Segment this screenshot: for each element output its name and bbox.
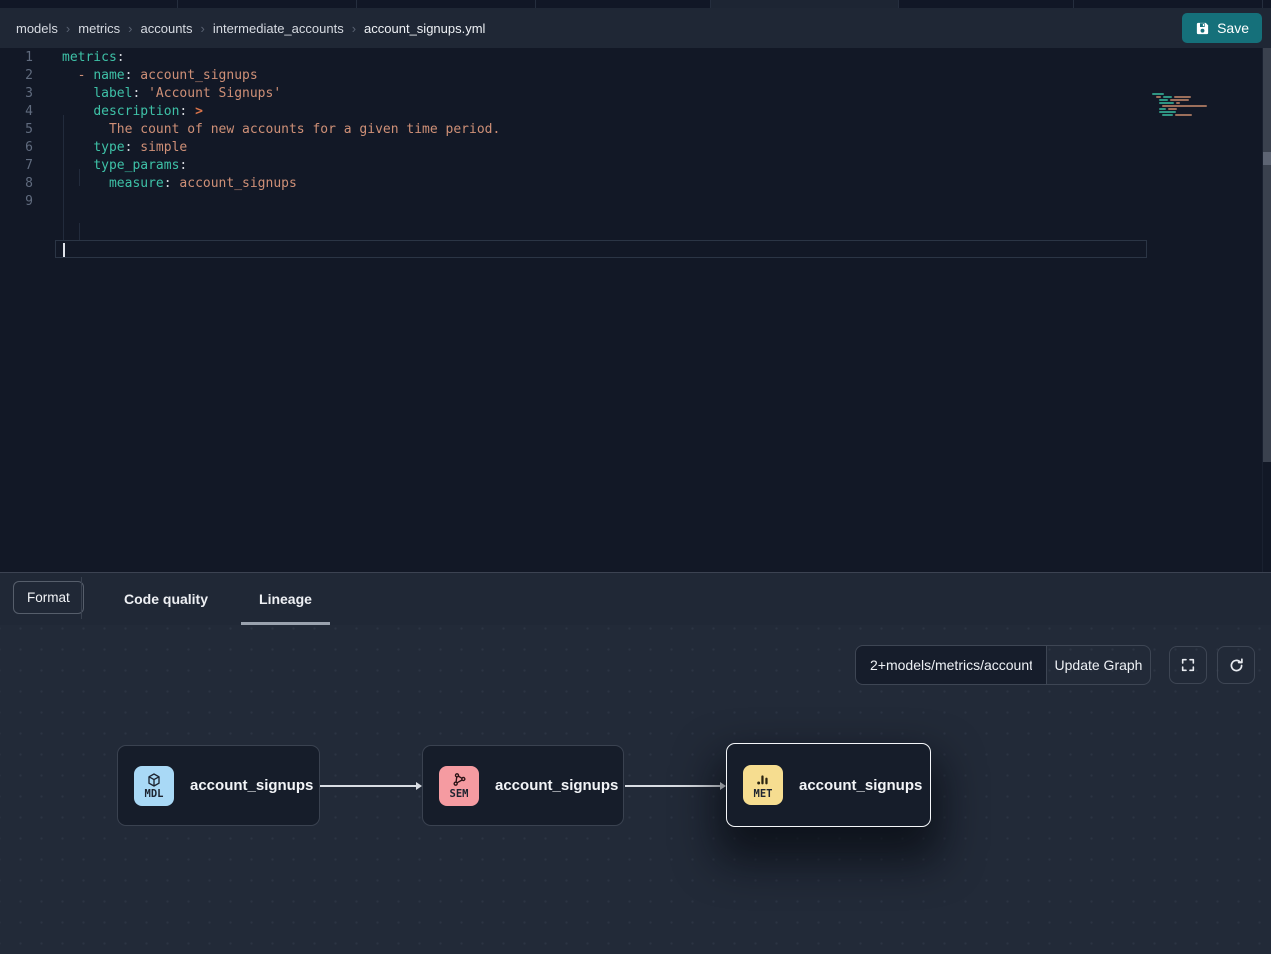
fullscreen-button[interactable] xyxy=(1169,646,1207,684)
code-editor[interactable]: 1 metrics: 2 - name: account_signups 3 l… xyxy=(0,48,1271,572)
update-graph-button[interactable]: Update Graph xyxy=(1046,645,1151,685)
line-number: 5 xyxy=(0,121,33,139)
panel-tab-bar: Format Code quality Lineage xyxy=(0,573,1271,625)
file-tab-strip xyxy=(0,0,1271,8)
model-badge: MDL xyxy=(134,766,174,806)
cube-icon xyxy=(146,772,162,788)
breadcrumb-item[interactable]: metrics xyxy=(78,21,120,36)
line-number: 1 xyxy=(0,49,33,67)
line-number: 4 xyxy=(0,103,33,121)
badge-label: MDL xyxy=(145,789,164,799)
network-triangle-icon xyxy=(451,772,467,788)
semantic-model-badge: SEM xyxy=(439,766,479,806)
breadcrumb-bar: models › metrics › accounts › intermedia… xyxy=(0,8,1271,48)
file-tab[interactable] xyxy=(0,0,178,8)
line-number: 7 xyxy=(0,157,33,175)
node-label: account_signups xyxy=(799,777,922,794)
code-line[interactable]: 8 measure: account_signups xyxy=(0,175,1147,193)
chevron-right-icon: › xyxy=(201,21,205,36)
line-number: 6 xyxy=(0,139,33,157)
tab-code-quality[interactable]: Code quality xyxy=(115,573,217,625)
code-line[interactable]: 4 description: > xyxy=(0,103,1147,121)
line-number: 2 xyxy=(0,67,33,85)
breadcrumb-item-current-file[interactable]: account_signups.yml xyxy=(364,21,485,36)
lineage-node-semantic-model[interactable]: SEM account_signups xyxy=(422,745,624,826)
file-tab[interactable] xyxy=(536,0,711,8)
line-number: 9 xyxy=(0,193,33,211)
file-tab-active[interactable] xyxy=(711,0,899,8)
lineage-node-model[interactable]: MDL account_signups xyxy=(117,745,320,826)
chevron-right-icon: › xyxy=(128,21,132,36)
text-cursor xyxy=(63,243,65,257)
line-number: 8 xyxy=(0,175,33,193)
save-button[interactable]: Save xyxy=(1182,13,1262,43)
bar-chart-icon xyxy=(755,772,771,788)
chevron-right-icon: › xyxy=(352,21,356,36)
metric-badge: MET xyxy=(743,765,783,805)
refresh-icon xyxy=(1228,657,1245,674)
lineage-node-metric-selected[interactable]: MET account_signups xyxy=(726,743,931,827)
code-line[interactable]: 7 type_params: xyxy=(0,157,1147,175)
file-tab[interactable] xyxy=(899,0,1074,8)
file-tab[interactable] xyxy=(1074,0,1263,8)
lineage-selector-input[interactable] xyxy=(855,645,1047,685)
scrollbar-thumb[interactable] xyxy=(1263,152,1271,165)
lineage-canvas[interactable]: Update Graph xyxy=(0,625,1271,954)
scrollbar-track[interactable] xyxy=(1263,48,1271,462)
lineage-edge xyxy=(320,785,418,787)
divider xyxy=(81,577,82,619)
file-tab xyxy=(1263,0,1271,8)
bottom-panel: Format Code quality Lineage Update Graph xyxy=(0,573,1271,954)
lineage-selector-group: Update Graph xyxy=(855,645,1151,685)
breadcrumb-item[interactable]: intermediate_accounts xyxy=(213,21,344,36)
save-button-label: Save xyxy=(1217,20,1249,36)
file-tab[interactable] xyxy=(178,0,357,8)
badge-label: SEM xyxy=(450,789,469,799)
indent-guide xyxy=(79,223,80,240)
tab-lineage[interactable]: Lineage xyxy=(250,573,321,625)
save-icon xyxy=(1195,21,1210,36)
breadcrumb: models › metrics › accounts › intermedia… xyxy=(16,21,485,36)
line-number: 3 xyxy=(0,85,33,103)
editor-lines: 1 metrics: 2 - name: account_signups 3 l… xyxy=(0,49,1147,211)
breadcrumb-item[interactable]: models xyxy=(16,21,58,36)
active-line-highlight xyxy=(55,240,1147,258)
refresh-button[interactable] xyxy=(1217,646,1255,684)
file-tab[interactable] xyxy=(357,0,536,8)
code-line[interactable]: 1 metrics: xyxy=(0,49,1147,67)
code-line[interactable]: 2 - name: account_signups xyxy=(0,67,1147,85)
code-line[interactable]: 6 type: simple xyxy=(0,139,1147,157)
ide-window: models › metrics › accounts › intermedia… xyxy=(0,0,1271,954)
format-button[interactable]: Format xyxy=(13,581,84,614)
code-line[interactable]: 5 The count of new accounts for a given … xyxy=(0,121,1147,139)
code-line[interactable]: 9 xyxy=(0,193,1147,211)
node-label: account_signups xyxy=(495,777,618,794)
breadcrumb-item[interactable]: accounts xyxy=(141,21,193,36)
fullscreen-icon xyxy=(1180,657,1196,673)
node-label: account_signups xyxy=(190,777,313,794)
code-line[interactable]: 3 label: 'Account Signups' xyxy=(0,85,1147,103)
minimap[interactable] xyxy=(1152,93,1247,117)
chevron-right-icon: › xyxy=(66,21,70,36)
badge-label: MET xyxy=(754,789,773,799)
lineage-edge xyxy=(625,785,722,787)
